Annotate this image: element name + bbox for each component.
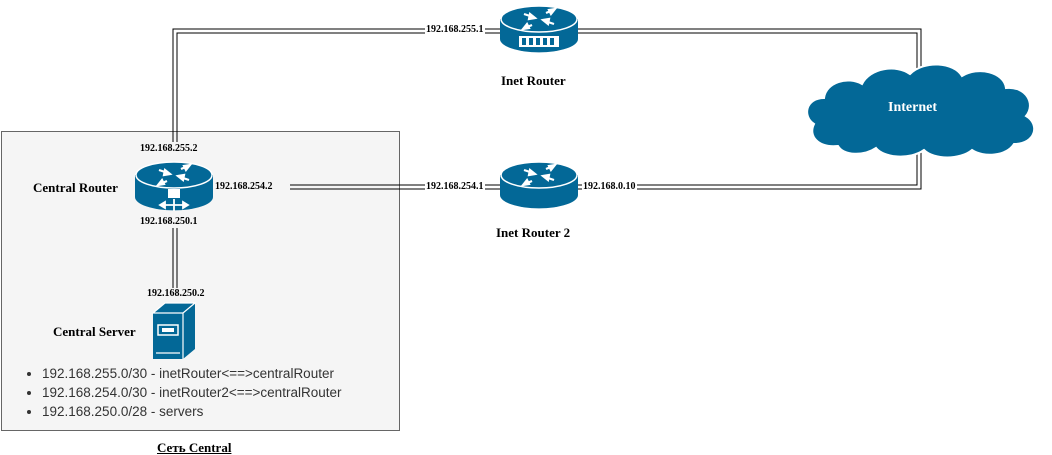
subnet-item: 192.168.250.0/28 - servers — [42, 402, 341, 421]
inet-router-2-icon — [500, 161, 578, 209]
inet-router-2-title: Inet Router 2 — [496, 225, 571, 240]
inet-router-icon — [500, 5, 578, 53]
subnet-item: 192.168.255.0/30 - inetRouter<==>central… — [42, 364, 341, 383]
inet-router-title: Inet Router — [501, 73, 566, 88]
link-central-to-inet-router-inner — [176, 32, 500, 142]
inet-router-2-ip-left: 192.168.254.1 — [425, 181, 485, 192]
internet-label: Internet — [888, 100, 937, 115]
central-router-icon — [135, 161, 213, 211]
central-router-ip-bottom: 192.168.250.1 — [140, 216, 198, 227]
link-central-to-inet-router — [172, 28, 500, 142]
central-server-title: Central Server — [53, 324, 136, 339]
central-router-ip-top: 192.168.255.2 — [140, 143, 198, 154]
central-server-ip: 192.168.250.2 — [147, 288, 205, 299]
central-router-title: Central Router — [33, 180, 118, 195]
group-caption: Сеть Central — [157, 440, 232, 455]
subnet-item: 192.168.254.0/30 - inetRouter2<==>centra… — [42, 383, 341, 402]
central-server-icon — [151, 302, 197, 359]
inet-router-2-ip-right: 192.168.0.10 — [582, 181, 637, 192]
central-router-ip-right: 192.168.254.2 — [215, 181, 273, 192]
subnet-list: 192.168.255.0/30 - inetRouter<==>central… — [22, 364, 341, 421]
network-diagram: Internet 192.168.255.1 Inet Router 192.1… — [0, 0, 1052, 455]
inet-router-ip: 192.168.255.1 — [425, 24, 485, 35]
